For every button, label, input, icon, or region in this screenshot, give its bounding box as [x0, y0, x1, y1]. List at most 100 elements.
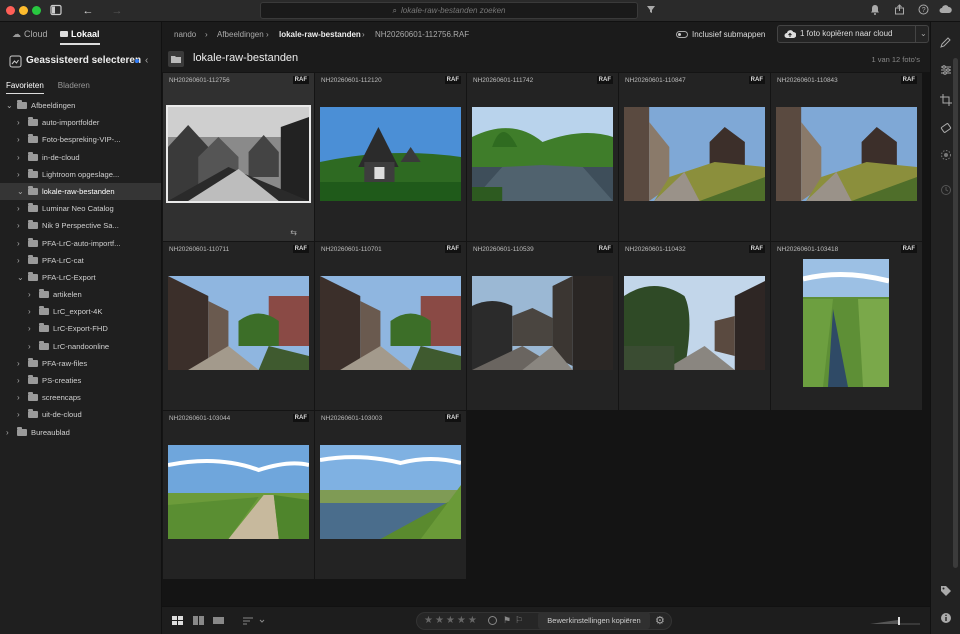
chevron-right-icon[interactable]: ›	[28, 286, 36, 303]
photo-cell[interactable]: NH20260601-112120 RAF	[315, 73, 466, 241]
photo-cell[interactable]: NH20260601-103003 RAF	[315, 411, 466, 579]
sidebar-item-luminar-neo-catalog[interactable]: › Luminar Neo Catalog	[0, 200, 161, 217]
sidebar-item-in-de-cloud[interactable]: › in-de-cloud	[0, 149, 161, 166]
detail-view-icon[interactable]	[213, 616, 224, 628]
breadcrumb-item[interactable]: nando	[174, 30, 196, 39]
sidebar-item-pfa-raw-files[interactable]: › PFA-raw-files	[0, 355, 161, 372]
star-rating[interactable]: ★★★★★	[424, 615, 479, 626]
chevron-right-icon[interactable]: ›	[17, 372, 25, 389]
sidebar-item-lightroom-opgeslage[interactable]: › Lightroom opgeslage...	[0, 166, 161, 183]
chevron-right-icon[interactable]: ›	[17, 406, 25, 423]
breadcrumb-item[interactable]: Afbeeldingen	[217, 30, 264, 39]
sidebar-item-lrc-export-fhd[interactable]: › LrC-Export-FHD	[0, 320, 161, 337]
photo-cell[interactable]: NH20260601-110701 RAF	[315, 242, 466, 410]
chevron-right-icon[interactable]: ›	[17, 200, 25, 217]
sidebar-item-pfa-lrc-auto-importf[interactable]: › PFA-LrC-auto-importf...	[0, 235, 161, 252]
masking-icon[interactable]	[940, 149, 952, 161]
tag-icon[interactable]	[940, 585, 952, 597]
sidebar-item-nik-9-perspective-sa[interactable]: › Nik 9 Perspective Sa...	[0, 217, 161, 234]
minimize-window-button[interactable]	[19, 6, 28, 15]
back-arrow-icon[interactable]: ←	[81, 4, 95, 18]
photo-thumbnail[interactable]	[472, 276, 613, 370]
forward-arrow-icon[interactable]: →	[110, 4, 124, 18]
chevron-right-icon[interactable]: ›	[17, 149, 25, 166]
sidebar-item-artikelen[interactable]: › artikelen	[0, 286, 161, 303]
gear-icon[interactable]: ⚙	[655, 614, 665, 627]
sidebar-item-afbeeldingen[interactable]: ⌄ Afbeeldingen	[0, 97, 161, 114]
chevron-right-icon[interactable]: ›	[17, 235, 25, 252]
photo-thumbnail[interactable]	[472, 107, 613, 201]
photo-cell[interactable]: NH20260601-110847 RAF	[619, 73, 770, 241]
photo-thumbnail[interactable]	[168, 445, 309, 539]
help-icon[interactable]: ?	[916, 4, 930, 18]
panel-toggle-icon[interactable]	[49, 4, 63, 18]
history-icon[interactable]	[940, 184, 952, 196]
photo-cell[interactable]: NH20260601-103044 RAF	[163, 411, 314, 579]
sidebar-item-lrc-nandoonline[interactable]: › LrC-nandoonline	[0, 338, 161, 355]
photo-thumbnail[interactable]	[320, 445, 461, 539]
chevron-down-icon[interactable]: ⌄	[17, 269, 25, 286]
photo-cell[interactable]: NH20260601-110711 RAF	[163, 242, 314, 410]
unflag-icon[interactable]: ⚐	[515, 615, 523, 626]
close-window-button[interactable]	[6, 6, 15, 15]
sort-icon[interactable]	[243, 615, 265, 629]
tab-favorieten[interactable]: Favorieten	[6, 81, 44, 94]
grid-view-icon[interactable]	[172, 616, 183, 628]
scrollbar[interactable]	[953, 58, 958, 568]
chevron-right-icon[interactable]: ›	[17, 131, 25, 148]
photo-thumbnail[interactable]	[320, 276, 461, 370]
crop-icon[interactable]	[940, 94, 952, 106]
tab-cloud[interactable]: ☁ Cloud	[12, 29, 48, 40]
chevron-down-icon[interactable]: ⌄	[6, 97, 14, 114]
chevron-down-icon[interactable]: ⌄	[17, 183, 25, 200]
square-grid-view-icon[interactable]	[193, 616, 204, 628]
collapse-panel-icon[interactable]: ‹	[145, 55, 148, 66]
chevron-right-icon[interactable]: ›	[17, 389, 25, 406]
chevron-right-icon[interactable]: ›	[28, 320, 36, 337]
adjustments-icon[interactable]	[940, 64, 952, 76]
sidebar-item-uit-de-cloud[interactable]: › uit-de-cloud	[0, 406, 161, 423]
photo-cell[interactable]: NH20260601-110432 RAF	[619, 242, 770, 410]
chevron-down-icon[interactable]: ⌄	[915, 26, 927, 42]
info-icon[interactable]	[940, 612, 952, 624]
photo-cell[interactable]: NH20260601-110843 RAF	[771, 73, 922, 241]
copy-to-cloud-button[interactable]: 1 foto kopiëren naar cloud ⌄	[777, 25, 929, 43]
chevron-right-icon[interactable]: ›	[28, 303, 36, 320]
pick-flag-icon[interactable]: ⚑	[503, 615, 511, 626]
chevron-right-icon[interactable]: ›	[6, 424, 14, 441]
photo-cell[interactable]: NH20260601-103418 RAF	[771, 242, 922, 410]
chevron-right-icon[interactable]: ›	[17, 114, 25, 131]
share-icon[interactable]	[892, 4, 906, 18]
zoom-window-button[interactable]	[32, 6, 41, 15]
photo-thumbnail[interactable]	[776, 107, 917, 201]
photo-thumbnail[interactable]	[166, 105, 311, 203]
sidebar-item-lokale-raw-bestanden[interactable]: ⌄ lokale-raw-bestanden	[0, 182, 161, 201]
chevron-right-icon[interactable]: ›	[17, 252, 25, 269]
cloud-icon[interactable]	[938, 4, 952, 18]
breadcrumb-item[interactable]: NH20260601-112756.RAF	[375, 30, 469, 39]
photo-thumbnail[interactable]	[624, 107, 765, 201]
healing-brush-icon[interactable]	[940, 122, 952, 134]
copy-edits-button[interactable]: Bewerkinstellingen kopiëren	[538, 612, 650, 629]
photo-thumbnail[interactable]	[624, 276, 765, 370]
thumbnail-size-slider[interactable]	[870, 617, 920, 625]
sidebar-item-screencaps[interactable]: › screencaps	[0, 389, 161, 406]
include-subfolders-toggle[interactable]	[676, 31, 688, 38]
search-input[interactable]: ⌕ lokale-raw-bestanden zoeken	[260, 2, 638, 19]
chevron-right-icon[interactable]: ›	[17, 217, 25, 234]
sidebar-item-pfa-lrc-cat[interactable]: › PFA-LrC-cat	[0, 252, 161, 269]
chevron-right-icon[interactable]: ›	[17, 355, 25, 372]
photo-cell[interactable]: NH20260601-110539 RAF	[467, 242, 618, 410]
sidebar-item-bureaublad[interactable]: › Bureaublad	[0, 424, 161, 441]
chevron-right-icon[interactable]: ›	[28, 338, 36, 355]
photo-thumbnail[interactable]	[168, 276, 309, 370]
sidebar-item-ps-creaties[interactable]: › PS-creaties	[0, 372, 161, 389]
bell-icon[interactable]	[868, 4, 882, 18]
reject-flag-icon[interactable]	[488, 616, 497, 625]
tab-bladeren[interactable]: Bladeren	[58, 81, 90, 90]
sidebar-item-pfa-lrc-export[interactable]: ⌄ PFA-LrC-Export	[0, 269, 161, 286]
photo-thumbnail[interactable]	[803, 259, 889, 387]
edit-icon[interactable]	[940, 36, 952, 48]
chevron-right-icon[interactable]: ›	[17, 166, 25, 183]
sidebar-item-auto-importfolder[interactable]: › auto-importfolder	[0, 114, 161, 131]
